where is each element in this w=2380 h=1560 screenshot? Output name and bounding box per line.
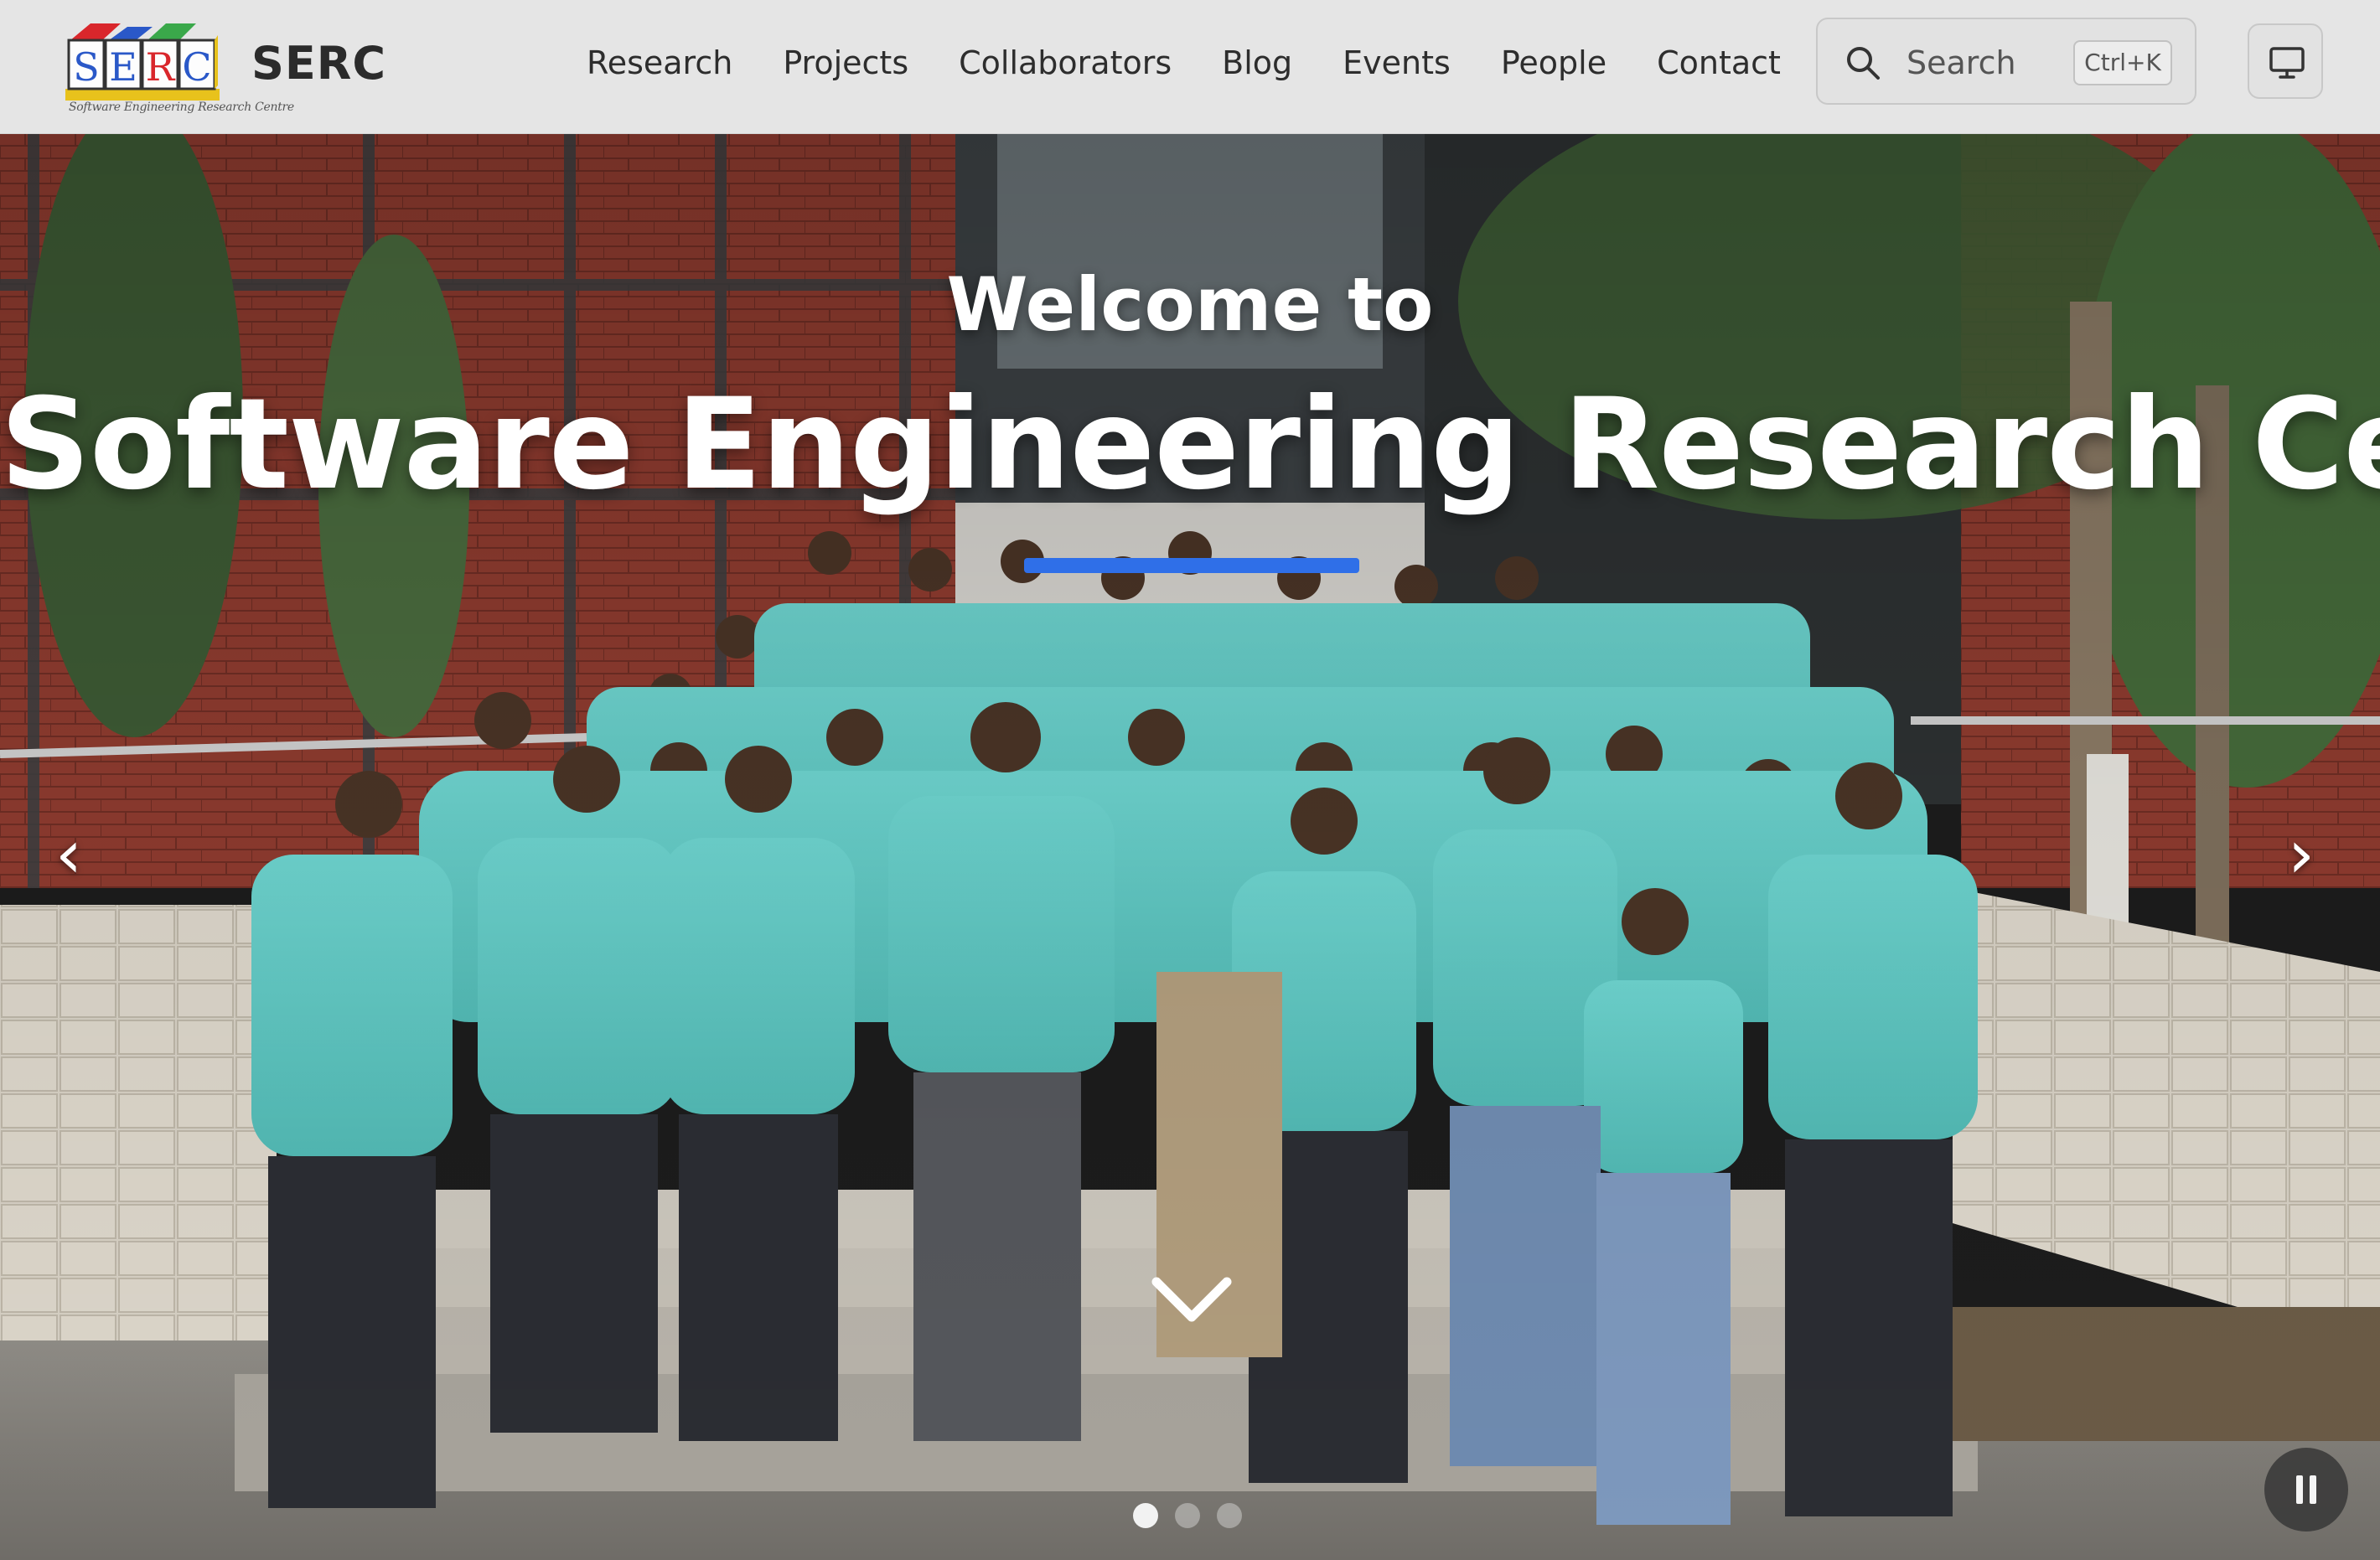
- nav-blog[interactable]: Blog: [1222, 44, 1292, 81]
- nav-events[interactable]: Events: [1343, 44, 1451, 81]
- theme-toggle-button[interactable]: [2248, 23, 2323, 99]
- nav-projects[interactable]: Projects: [783, 44, 908, 81]
- search-icon: [1847, 47, 1880, 80]
- carousel-pause-button[interactable]: [2264, 1448, 2348, 1532]
- brand-name[interactable]: SERC: [251, 37, 386, 90]
- search-button[interactable]: Search Ctrl+K: [1816, 18, 2196, 105]
- hero-carousel: Welcome to Software Engineering Research…: [0, 134, 2380, 1560]
- hero-accent-bar: [1024, 558, 1359, 573]
- search-placeholder: Search: [1907, 44, 2016, 81]
- nav-research[interactable]: Research: [587, 44, 732, 81]
- hero-overlay: [0, 134, 2380, 1560]
- chevron-down-icon: [1151, 1277, 1232, 1322]
- carousel-dot-1[interactable]: [1133, 1503, 1158, 1528]
- carousel-dot-3[interactable]: [1217, 1503, 1242, 1528]
- pause-icon: [2296, 1475, 2303, 1504]
- carousel-next-button[interactable]: ›: [2288, 813, 2315, 896]
- svg-text:S: S: [73, 44, 100, 90]
- logo-cubes-icon: S E R C: [65, 23, 220, 101]
- svg-text:E: E: [109, 44, 137, 90]
- hero-headline: Software Engineering Research Centre: [0, 372, 2380, 518]
- carousel-prev-button[interactable]: ‹: [55, 813, 82, 896]
- monitor-icon: [2269, 47, 2305, 79]
- site-header: S E R C Software Engineering Research Ce…: [0, 0, 2380, 134]
- svg-text:R: R: [146, 44, 176, 90]
- pause-icon: [2310, 1475, 2316, 1504]
- scroll-down-button[interactable]: [1150, 1270, 1234, 1329]
- hero-welcome: Welcome to: [946, 261, 1434, 348]
- main-nav: Research Projects Collaborators Blog Eve…: [587, 34, 1781, 92]
- logo-tagline: Software Engineering Research Centre: [69, 101, 294, 114]
- svg-text:C: C: [182, 44, 211, 90]
- serc-logo[interactable]: S E R C Software Engineering Research Ce…: [65, 12, 294, 114]
- nav-people[interactable]: People: [1501, 44, 1606, 81]
- carousel-indicators: [1133, 1503, 1259, 1528]
- nav-collaborators[interactable]: Collaborators: [959, 44, 1172, 81]
- nav-contact[interactable]: Contact: [1657, 44, 1781, 81]
- carousel-dot-2[interactable]: [1175, 1503, 1200, 1528]
- search-shortcut-badge: Ctrl+K: [2073, 40, 2172, 85]
